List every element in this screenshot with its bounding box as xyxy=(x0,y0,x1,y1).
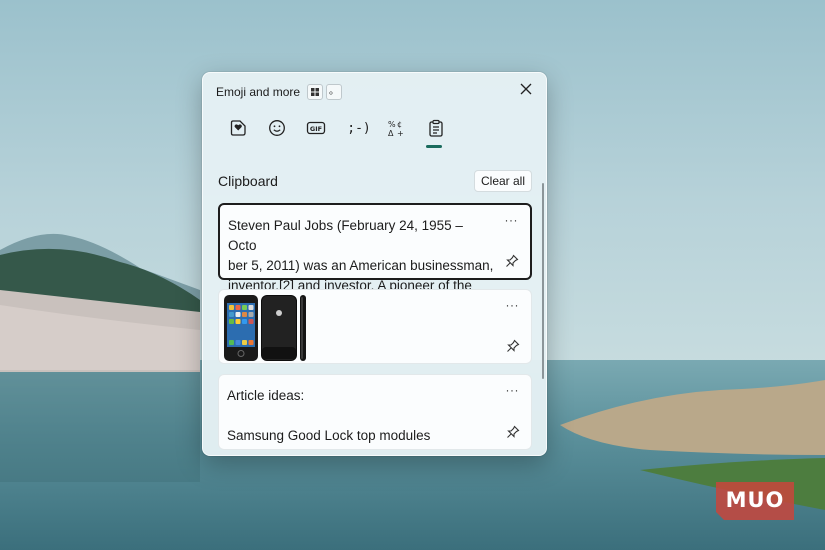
windows-key-icon xyxy=(307,84,323,100)
kaomoji-icon: ;-) xyxy=(347,120,371,136)
clipboard-item[interactable]: ··· xyxy=(218,289,532,364)
more-options-button[interactable]: ··· xyxy=(506,298,520,312)
pin-icon[interactable] xyxy=(506,339,520,353)
clipboard-item[interactable]: Steven Paul Jobs (February 24, 1955 – Oc… xyxy=(218,203,532,293)
iphone-image-thumbnail xyxy=(224,295,306,361)
close-icon xyxy=(520,83,532,95)
svg-text:Δ: Δ xyxy=(388,129,394,137)
period-key-label: 。 xyxy=(326,84,342,100)
heart-sticker-icon xyxy=(230,120,246,136)
more-options-button[interactable]: ··· xyxy=(506,383,520,397)
pin-icon[interactable] xyxy=(505,254,519,268)
clipboard-icon xyxy=(429,119,443,137)
tab-emoji[interactable] xyxy=(264,115,290,141)
clear-all-button[interactable]: Clear all xyxy=(474,170,532,192)
pin-icon[interactable] xyxy=(506,425,520,439)
tab-symbols[interactable]: % ¢ Δ + xyxy=(383,115,409,141)
tab-gif[interactable]: GIF xyxy=(303,115,329,141)
svg-text:%: % xyxy=(388,120,396,129)
active-tab-indicator xyxy=(426,145,442,148)
clipboard-item-text: Steven Paul Jobs (February 24, 1955 – Oc… xyxy=(228,216,494,296)
scrollbar[interactable] xyxy=(542,183,544,379)
muo-logo-text: MUO xyxy=(725,488,785,512)
gif-label: GIF xyxy=(310,125,322,133)
svg-text:+: + xyxy=(397,129,404,137)
gif-icon: GIF xyxy=(306,121,326,135)
muo-logo: MUO xyxy=(716,482,794,520)
tab-stickers[interactable] xyxy=(225,115,251,141)
tab-clipboard[interactable] xyxy=(423,115,449,141)
close-button[interactable] xyxy=(516,79,536,99)
clipboard-item[interactable]: Article ideas: Samsung Good Lock top mod… xyxy=(218,374,532,450)
more-options-button[interactable]: ··· xyxy=(505,213,519,227)
panel-title: Emoji and more xyxy=(216,85,301,99)
text-line: Steven Paul Jobs (February 24, 1955 – Oc… xyxy=(228,218,463,253)
symbols-icon: % ¢ Δ + xyxy=(388,120,404,137)
clipboard-item-text: Samsung Good Lock top modules xyxy=(227,428,431,443)
emoji-panel: Emoji and more 。 GIF ;-) % ¢ Δ + Clipboa… xyxy=(202,72,547,456)
smiley-icon xyxy=(269,120,285,136)
panel-titlebar: Emoji and more 。 xyxy=(203,73,546,109)
category-tabs: GIF ;-) % ¢ Δ + xyxy=(217,115,447,149)
clipboard-item-text: Article ideas: xyxy=(227,388,305,403)
text-line: ber 5, 2011) was an American businessman… xyxy=(228,258,494,273)
clipboard-heading: Clipboard xyxy=(218,173,278,189)
svg-text:¢: ¢ xyxy=(397,120,402,129)
tab-kaomoji[interactable]: ;-) xyxy=(344,115,374,141)
